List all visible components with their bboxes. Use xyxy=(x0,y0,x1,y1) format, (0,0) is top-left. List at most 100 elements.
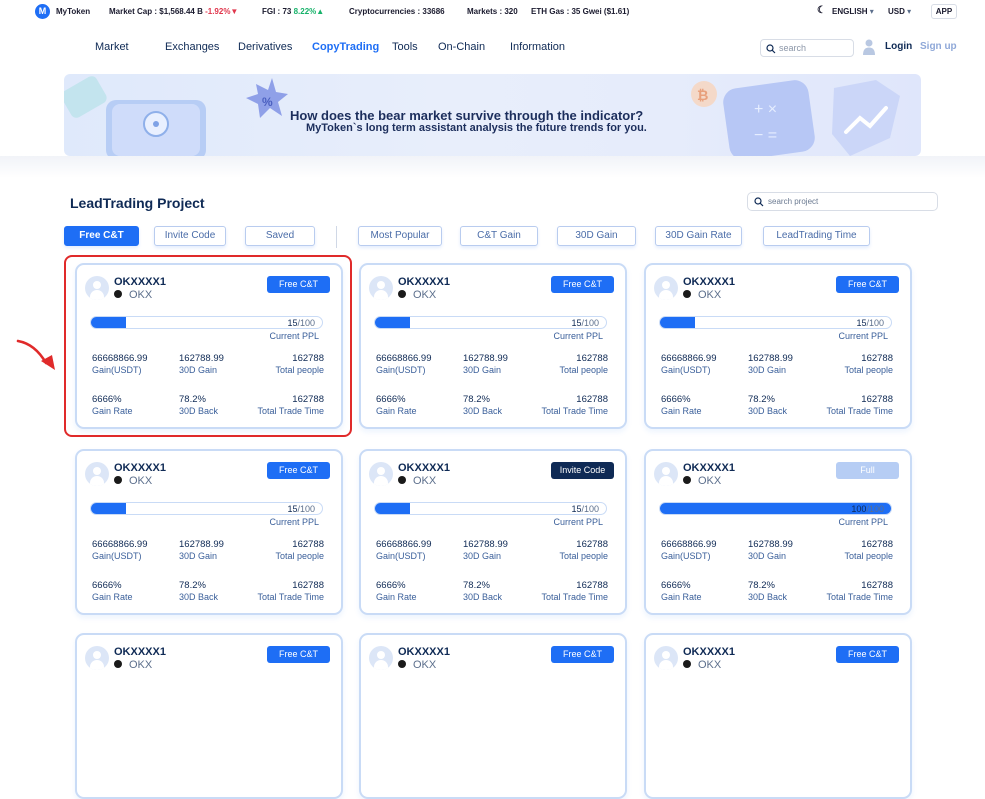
avatar[interactable] xyxy=(654,462,678,486)
copytrade-card[interactable]: OKXXXX1 OKX Free C&T xyxy=(75,633,343,799)
trader-name[interactable]: OKXXXX1 xyxy=(398,276,450,288)
exchange-name: OKX xyxy=(698,659,722,671)
avatar[interactable] xyxy=(369,462,393,486)
language-select[interactable]: ENGLISH ▾ xyxy=(832,7,874,16)
search-icon xyxy=(754,197,764,207)
avatar[interactable] xyxy=(85,462,109,486)
total-people-label: Total people xyxy=(559,365,608,375)
gain-rate-label: Gain Rate xyxy=(661,592,702,602)
svg-text:+ ×: + × xyxy=(754,101,777,118)
sort-ct-gain[interactable]: C&T Gain xyxy=(460,226,538,246)
trade-time-label: Total Trade Time xyxy=(541,592,608,602)
avatar[interactable] xyxy=(85,646,109,670)
gain-rate-value: 6666% xyxy=(92,580,122,591)
sort-30d-gain-rate[interactable]: 30D Gain Rate xyxy=(655,226,742,246)
trader-name[interactable]: OKXXXX1 xyxy=(683,276,735,288)
copytrade-card[interactable]: OKXXXX1 OKX Free C&T 15/100 Current PPL 66668… xyxy=(75,449,343,615)
copytrade-card[interactable]: OKXXXX1 OKX Free C&T 15/100 Current PPL 66668… xyxy=(359,263,627,429)
copy-action-button[interactable]: Free C&T xyxy=(551,646,614,663)
copytrade-card[interactable]: OKXXXX1 OKX Free C&T 15/100 Current PPL 66668… xyxy=(644,263,912,429)
trader-name[interactable]: OKXXXX1 xyxy=(683,646,735,658)
okx-exchange-icon xyxy=(398,660,406,668)
trader-name[interactable]: OKXXXX1 xyxy=(683,462,735,474)
user-icon[interactable] xyxy=(863,39,875,55)
brand-name[interactable]: MyToken xyxy=(56,7,90,16)
sort-most-popular[interactable]: Most Popular xyxy=(358,226,442,246)
copy-action-button[interactable]: Full xyxy=(836,462,899,479)
project-search-input[interactable]: search project xyxy=(747,192,938,211)
svg-text:− =: − = xyxy=(754,127,777,144)
copy-action-button[interactable]: Free C&T xyxy=(267,646,330,663)
copy-action-button[interactable]: Free C&T xyxy=(836,276,899,293)
currency-select[interactable]: USD ▾ xyxy=(888,7,911,16)
app-button[interactable]: APP xyxy=(931,4,957,19)
nav-copytrading[interactable]: CopyTrading xyxy=(312,41,379,53)
login-link[interactable]: Login xyxy=(885,41,912,52)
gain-30d-label: 30D Gain xyxy=(179,551,218,561)
sort-30d-gain[interactable]: 30D Gain xyxy=(557,226,636,246)
back-30d-label: 30D Back xyxy=(748,406,788,416)
trade-time-value: 162788 xyxy=(576,394,608,405)
total-people-label: Total people xyxy=(844,365,893,375)
promo-banner[interactable]: % ₿ + × − = How does the bear market sur… xyxy=(64,74,921,156)
search-input[interactable]: search xyxy=(760,39,854,57)
copytrade-card[interactable]: OKXXXX1 OKX Full 100/100 Current PPL 66668866… xyxy=(644,449,912,615)
banner-subtitle: MyToken`s long term assistant analysis t… xyxy=(306,122,647,134)
nav-market[interactable]: Market xyxy=(95,41,129,53)
trader-name[interactable]: OKXXXX1 xyxy=(398,462,450,474)
gain-rate-value: 6666% xyxy=(376,394,406,405)
avatar[interactable] xyxy=(654,646,678,670)
trade-time-label: Total Trade Time xyxy=(257,592,324,602)
ticker-bar: M MyToken Market Cap : $1,568.44 B -1.92… xyxy=(0,0,985,24)
banner-title: How does the bear market survive through… xyxy=(290,108,644,123)
avatar[interactable] xyxy=(369,276,393,300)
tab-invite-code[interactable]: Invite Code xyxy=(154,226,226,246)
tab-saved[interactable]: Saved xyxy=(245,226,315,246)
copy-action-button[interactable]: Free C&T xyxy=(836,646,899,663)
trade-time-value: 162788 xyxy=(861,580,893,591)
project-search-placeholder: search project xyxy=(768,197,819,206)
current-ppl-label: Current PPL xyxy=(553,331,603,341)
total-people-value: 162788 xyxy=(576,539,608,550)
exchange-name: OKX xyxy=(129,659,153,671)
current-ppl-label: Current PPL xyxy=(553,517,603,527)
ppl-progress-fill xyxy=(375,503,410,514)
copy-action-button[interactable]: Free C&T xyxy=(551,276,614,293)
back-30d-value: 78.2% xyxy=(463,394,490,405)
nav-exchanges[interactable]: Exchanges xyxy=(165,41,219,53)
gain-30d-value: 162788.99 xyxy=(463,353,508,364)
gain-30d-label: 30D Gain xyxy=(748,365,787,375)
ppl-progress-fill xyxy=(375,317,410,328)
trader-name[interactable]: OKXXXX1 xyxy=(114,462,166,474)
copy-action-button[interactable]: Invite Code xyxy=(551,462,614,479)
trader-name[interactable]: OKXXXX1 xyxy=(398,646,450,658)
theme-moon-icon[interactable]: ☾ xyxy=(817,5,826,16)
copytrade-card[interactable]: OKXXXX1 OKX Free C&T xyxy=(644,633,912,799)
avatar[interactable] xyxy=(369,646,393,670)
copytrade-card[interactable]: OKXXXX1 OKX Invite Code 15/100 Current PPL 66… xyxy=(359,449,627,615)
sort-leadtrading-time[interactable]: LeadTrading Time xyxy=(763,226,870,246)
gain-label: Gain(USDT) xyxy=(92,551,142,561)
ppl-progress-bar: 100/100 xyxy=(659,502,892,515)
nav-information[interactable]: Information xyxy=(510,41,565,53)
gain-30d-value: 162788.99 xyxy=(179,539,224,550)
tab-free-ct[interactable]: Free C&T xyxy=(64,226,139,246)
copytrade-card[interactable]: OKXXXX1 OKX Free C&T xyxy=(359,633,627,799)
back-30d-label: 30D Back xyxy=(463,592,503,602)
nav-derivatives[interactable]: Derivatives xyxy=(238,41,292,53)
okx-exchange-icon xyxy=(398,290,406,298)
mytoken-logo-icon[interactable]: M xyxy=(35,4,50,19)
market-cap: Market Cap : $1,568.44 B -1.92%▼ xyxy=(109,7,239,16)
trade-time-label: Total Trade Time xyxy=(541,406,608,416)
nav-on-chain[interactable]: On-Chain xyxy=(438,41,485,53)
nav-tools[interactable]: Tools xyxy=(392,41,418,53)
copy-action-button[interactable]: Free C&T xyxy=(267,462,330,479)
total-people-label: Total people xyxy=(275,551,324,561)
total-people-label: Total people xyxy=(559,551,608,561)
trader-name[interactable]: OKXXXX1 xyxy=(114,646,166,658)
gain-value: 66668866.99 xyxy=(661,353,717,364)
eth-gas: ETH Gas : 35 Gwei ($1.61) xyxy=(531,7,630,16)
signup-link[interactable]: Sign up xyxy=(920,41,957,52)
avatar[interactable] xyxy=(654,276,678,300)
gain-label: Gain(USDT) xyxy=(376,551,426,561)
